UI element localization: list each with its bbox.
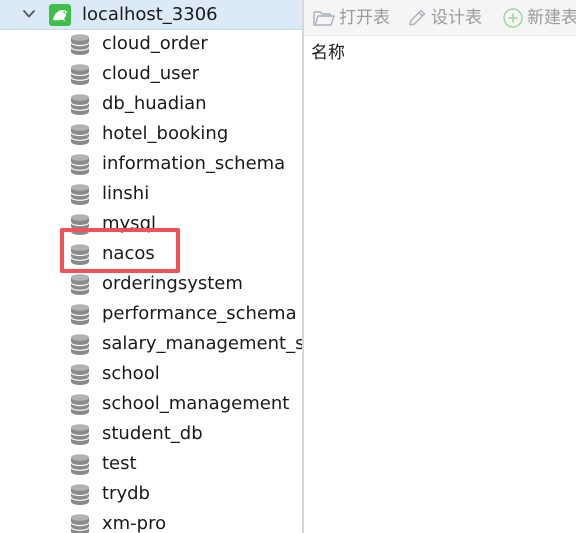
object-panel: 打开表 设计表 新建表 名称 (304, 0, 576, 533)
open-table-label: 打开表 (339, 8, 390, 28)
database-icon (70, 94, 90, 115)
database-icon (70, 244, 90, 265)
database-label: school_management (102, 393, 290, 414)
database-label: test (102, 453, 137, 474)
connection-node-localhost[interactable]: localhost_3306 (0, 0, 302, 30)
connection-tree: localhost_3306 cloud_order cloud_user db_h… (0, 0, 302, 533)
database-node[interactable]: school_management (0, 389, 302, 419)
database-node[interactable]: student_db (0, 419, 302, 449)
database-node[interactable]: salary_management_sy (0, 329, 302, 359)
database-node[interactable]: orderingsystem (0, 269, 302, 299)
database-icon (70, 64, 90, 85)
database-node[interactable]: trydb (0, 479, 302, 509)
database-label: school (102, 363, 160, 384)
database-node[interactable]: test (0, 449, 302, 479)
database-label: hotel_booking (102, 123, 229, 144)
database-node[interactable]: linshi (0, 179, 302, 209)
database-label: linshi (102, 183, 150, 204)
pencil-icon (409, 9, 426, 26)
folder-open-icon (313, 11, 335, 26)
connection-label: localhost_3306 (82, 4, 218, 25)
database-node[interactable]: hotel_booking (0, 119, 302, 149)
database-node[interactable]: mysql (0, 209, 302, 239)
database-icon (70, 334, 90, 355)
database-icon (70, 34, 90, 55)
database-node[interactable]: nacos (0, 239, 302, 269)
database-node[interactable]: cloud_order (0, 29, 302, 59)
database-icon (70, 154, 90, 175)
database-icon (70, 364, 90, 385)
database-icon (70, 484, 90, 505)
database-icon (70, 304, 90, 325)
database-node[interactable]: performance_schema (0, 299, 302, 329)
new-table-button[interactable]: 新建表 (502, 5, 576, 31)
database-icon (70, 274, 90, 295)
database-label: xm-pro (102, 513, 167, 533)
database-label: db_huadian (102, 93, 207, 114)
database-icon (70, 514, 90, 533)
design-table-button[interactable]: 设计表 (406, 5, 482, 31)
database-icon (70, 214, 90, 235)
new-table-label: 新建表 (527, 8, 576, 28)
database-label: performance_schema (102, 303, 297, 324)
database-label: cloud_order (102, 33, 208, 54)
database-label: student_db (102, 423, 203, 444)
database-node[interactable]: cloud_user (0, 59, 302, 89)
dolphin-connection-icon (49, 4, 71, 26)
open-table-button[interactable]: 打开表 (312, 5, 390, 31)
database-label: information_schema (102, 153, 286, 174)
database-label: mysql (102, 213, 156, 234)
database-icon (70, 454, 90, 475)
database-list: cloud_order cloud_user db_huadian hotel_boo… (0, 29, 302, 533)
database-label: cloud_user (102, 63, 200, 84)
object-toolbar: 打开表 设计表 新建表 (304, 0, 576, 36)
database-icon (70, 124, 90, 145)
database-label: nacos (102, 243, 155, 264)
name-column-header[interactable]: 名称 (311, 42, 345, 64)
database-label: salary_management_sy (102, 333, 302, 354)
database-node[interactable]: xm-pro (0, 509, 302, 533)
database-node[interactable]: information_schema (0, 149, 302, 179)
database-label: orderingsystem (102, 273, 243, 294)
plus-circle-icon (503, 8, 523, 28)
database-label: trydb (102, 483, 150, 504)
database-icon (70, 424, 90, 445)
chevron-down-icon[interactable] (22, 8, 36, 20)
database-icon (70, 184, 90, 205)
navicat-window: localhost_3306 cloud_order cloud_user db_h… (0, 0, 576, 533)
design-table-label: 设计表 (431, 8, 482, 28)
database-node[interactable]: db_huadian (0, 89, 302, 119)
database-node[interactable]: school (0, 359, 302, 389)
database-icon (70, 394, 90, 415)
